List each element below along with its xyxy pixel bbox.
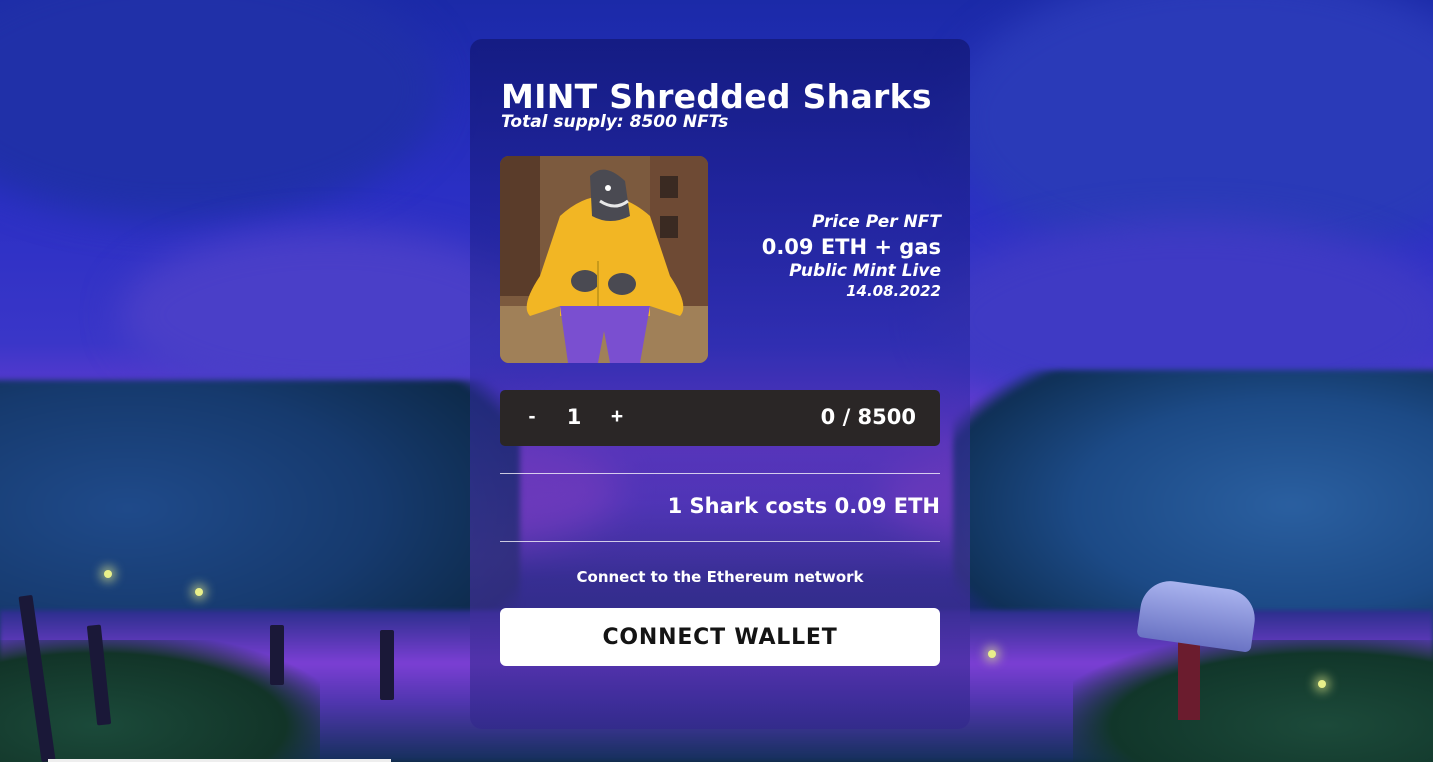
mint-date: 14.08.2022 [846,282,941,300]
mailbox-post [1178,640,1200,720]
ground-right [1073,640,1433,762]
cloud [0,0,440,220]
mint-card: MINT Shredded Sharks Total supply: 8500 … [470,39,970,729]
price-label: Price Per NFT [812,212,941,232]
price-value: 0.09 ETH + gas [761,235,941,259]
divider [500,541,940,542]
network-hint: Connect to the Ethereum network [576,568,864,586]
mint-status-label: Public Mint Live [789,261,941,281]
firefly [104,570,112,578]
firefly [195,588,203,596]
firefly [988,650,996,658]
shark-illustration [500,156,708,363]
nft-preview-image [500,156,708,363]
increase-quantity-button[interactable]: + [606,405,628,429]
pier-post [380,630,394,700]
total-supply-text: Total supply: 8500 NFTs [501,112,729,132]
divider [500,473,940,474]
price-block: Price Per NFT 0.09 ETH + gas Public Mint… [762,212,941,300]
minted-supply-counter: 0 / 8500 [820,405,916,429]
firefly [1318,680,1326,688]
quantity-value: 1 [566,405,582,429]
page-title: MINT Shredded Sharks [501,77,932,116]
quantity-selector: - 1 + 0 / 8500 [500,390,940,446]
connect-wallet-button[interactable]: CONNECT WALLET [500,608,940,666]
decrease-quantity-button[interactable]: - [522,405,542,429]
pier-post [270,625,284,685]
cost-summary: 1 Shark costs 0.09 ETH [667,494,940,518]
